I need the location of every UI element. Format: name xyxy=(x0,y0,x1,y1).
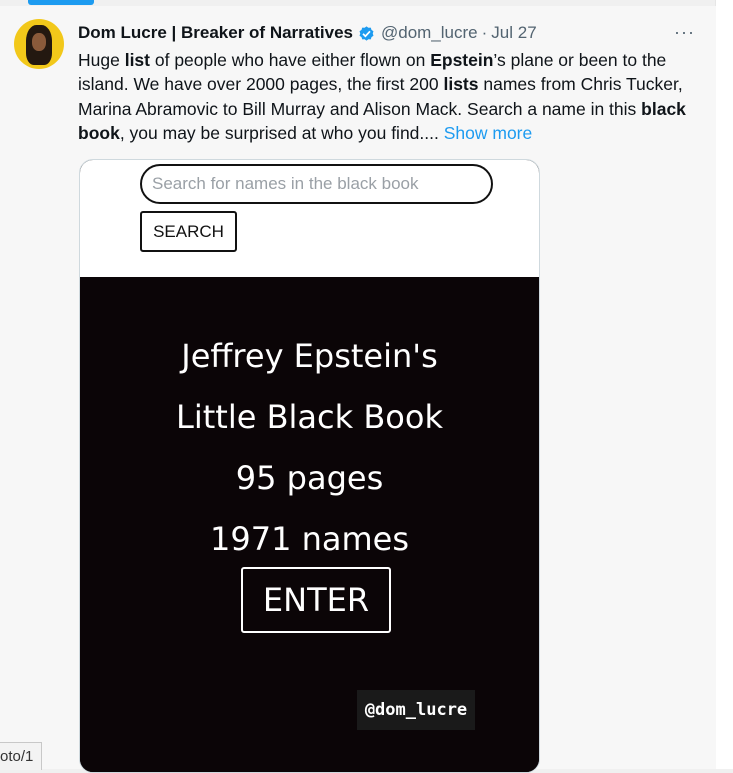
avatar-face-shape xyxy=(32,33,46,51)
tweet-date[interactable]: Jul 27 xyxy=(491,23,536,43)
active-tab-indicator xyxy=(28,0,94,5)
tweet[interactable]: Dom Lucre | Breaker of Narratives @dom_l… xyxy=(0,6,716,773)
media-card[interactable]: SEARCH Jeffrey Epstein's Little Black Bo… xyxy=(79,159,540,773)
more-options-icon[interactable]: ··· xyxy=(674,22,696,42)
watermark: @dom_lucre xyxy=(357,690,475,730)
card-page-count: 95 pages xyxy=(235,459,384,497)
author-handle[interactable]: @dom_lucre xyxy=(381,23,478,43)
highlight-term: Epstein xyxy=(430,50,494,70)
scrollbar-track[interactable] xyxy=(715,0,733,769)
tweet-header: Dom Lucre | Breaker of Narratives @dom_l… xyxy=(78,22,537,44)
enter-button[interactable]: ENTER xyxy=(241,567,391,633)
author-display-name[interactable]: Dom Lucre | Breaker of Narratives xyxy=(78,23,353,43)
search-input[interactable] xyxy=(140,164,493,204)
separator-dot: · xyxy=(481,23,488,42)
search-button[interactable]: SEARCH xyxy=(140,211,237,252)
tweet-text-segment: Huge xyxy=(78,50,125,70)
tweet-text-segment: of people who have either flown on xyxy=(150,50,431,70)
tweet-text-segment: , you may be surprised at who you find..… xyxy=(119,122,444,143)
status-bar-url: oto/1 xyxy=(0,742,43,770)
verified-badge-icon xyxy=(359,25,374,41)
card-image-body: Jeffrey Epstein's Little Black Book 95 p… xyxy=(80,277,539,772)
tweet-text: Huge list of people who have either flow… xyxy=(78,48,703,145)
show-more-link[interactable]: Show more xyxy=(444,123,533,143)
card-name-count: 1971 names xyxy=(209,520,410,558)
highlight-term: lists xyxy=(443,74,479,95)
card-search-area: SEARCH xyxy=(80,160,539,277)
card-title-line-1: Jeffrey Epstein's xyxy=(181,337,438,375)
avatar[interactable] xyxy=(14,19,64,69)
card-title-line-2: Little Black Book xyxy=(176,398,443,436)
highlight-term: list xyxy=(124,50,150,70)
